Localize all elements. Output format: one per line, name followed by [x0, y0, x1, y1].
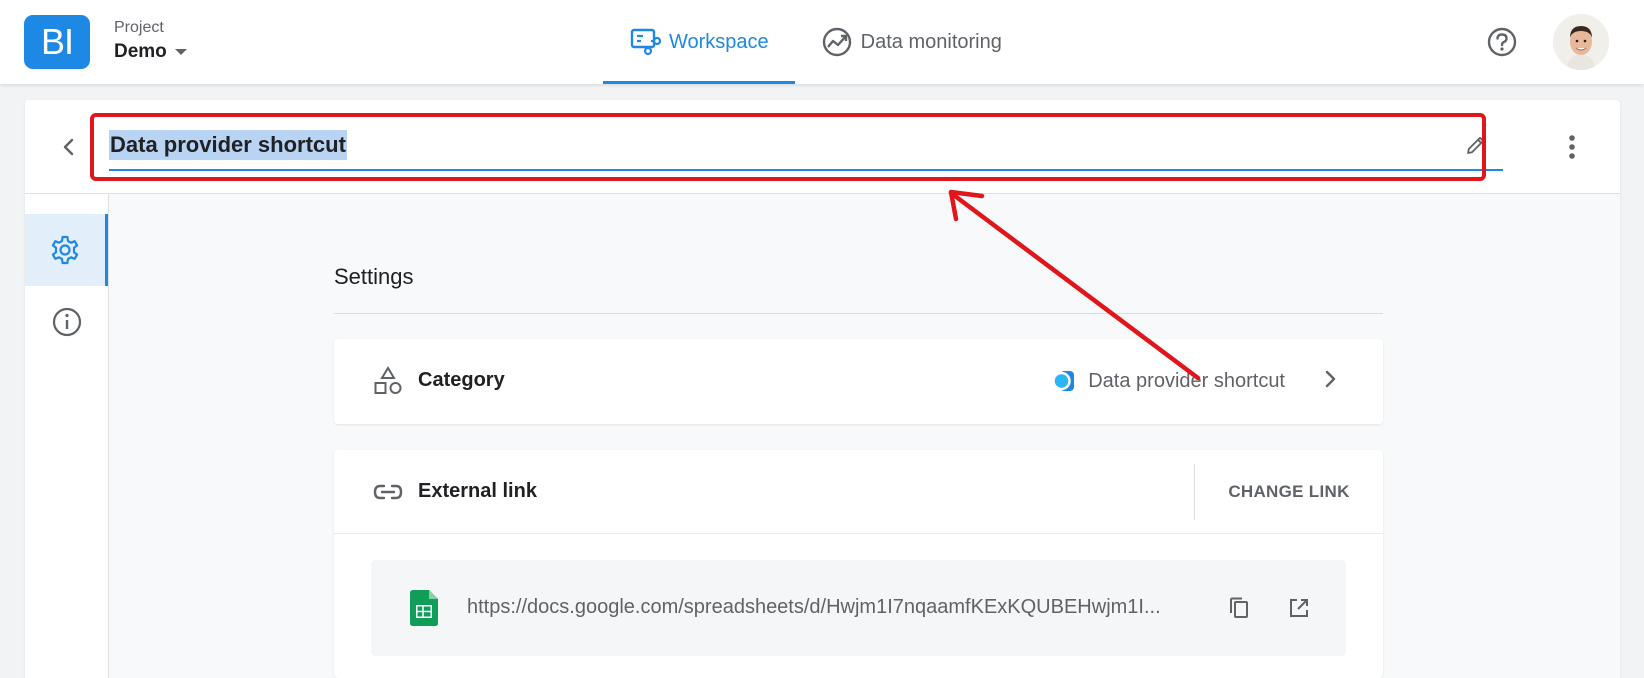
tab-data-monitoring[interactable]: Data monitoring	[795, 0, 1028, 84]
link-icon	[372, 476, 404, 508]
user-avatar[interactable]	[1553, 14, 1609, 70]
back-button[interactable]	[52, 130, 86, 164]
sidebar-item-settings[interactable]	[25, 214, 108, 286]
help-button[interactable]	[1484, 24, 1520, 60]
category-label: Category	[418, 369, 505, 391]
copy-icon	[1230, 597, 1248, 618]
pencil-icon	[1467, 136, 1485, 154]
sidebar-item-info[interactable]	[25, 286, 108, 358]
external-link-label: External link	[418, 480, 537, 502]
external-link-header: External link CHANGE LINK	[334, 450, 1383, 534]
project-switcher: Project Demo	[114, 18, 187, 64]
edit-title-button[interactable]	[1461, 130, 1491, 160]
url-box: https://docs.google.com/spreadsheets/d/H…	[371, 560, 1346, 656]
chevron-right-icon[interactable]	[1321, 367, 1341, 396]
top-bar: BI Project Demo Workspace Data monitorin…	[0, 0, 1644, 84]
copy-button[interactable]	[1224, 593, 1254, 623]
main-nav: Workspace Data monitoring	[603, 0, 1028, 84]
open-external-button[interactable]	[1284, 593, 1314, 623]
info-icon	[52, 307, 81, 337]
more-vert-icon	[1569, 135, 1575, 159]
project-name: Demo	[114, 41, 167, 62]
settings-divider	[334, 313, 1383, 314]
external-url[interactable]: https://docs.google.com/spreadsheets/d/H…	[467, 596, 1207, 619]
monitoring-icon	[822, 27, 851, 57]
tab-workspace-label: Workspace	[669, 30, 769, 53]
project-dropdown[interactable]: Demo	[114, 40, 187, 64]
settings-title: Settings	[334, 264, 414, 289]
app-logo[interactable]: BI	[24, 15, 90, 69]
external-link-panel: External link CHANGE LINK https://docs.g…	[334, 450, 1383, 678]
settings-sidebar	[25, 194, 109, 678]
google-sheets-icon	[410, 590, 438, 631]
category-value-text: Data provider shortcut	[1088, 369, 1285, 392]
editor-card: Data provider shortcut Settings Category…	[25, 100, 1620, 678]
caret-down-icon	[174, 49, 187, 55]
data-provider-shortcut-icon	[1052, 369, 1076, 393]
title-text[interactable]: Data provider shortcut	[109, 130, 347, 160]
chevron-left-icon	[63, 138, 74, 156]
gear-icon	[51, 235, 79, 265]
logo-text: BI	[40, 21, 74, 62]
tab-workspace[interactable]: Workspace	[603, 0, 795, 84]
project-label: Project	[114, 19, 164, 36]
tab-data-monitoring-label: Data monitoring	[860, 30, 1002, 53]
workspace-icon	[630, 28, 661, 56]
avatar-image	[1553, 14, 1609, 70]
category-value: Data provider shortcut	[1052, 369, 1285, 393]
help-icon	[1487, 27, 1517, 57]
open-in-new-icon	[1290, 599, 1308, 617]
card-header: Data provider shortcut	[25, 100, 1620, 194]
shapes-icon	[372, 365, 404, 397]
title-input[interactable]: Data provider shortcut	[109, 120, 1503, 171]
settings-content: Settings Category Data provider shortcut…	[109, 194, 1620, 678]
more-options-button[interactable]	[1555, 130, 1589, 164]
change-link-button[interactable]: CHANGE LINK	[1195, 450, 1383, 534]
category-row[interactable]: Category Data provider shortcut	[334, 339, 1383, 424]
